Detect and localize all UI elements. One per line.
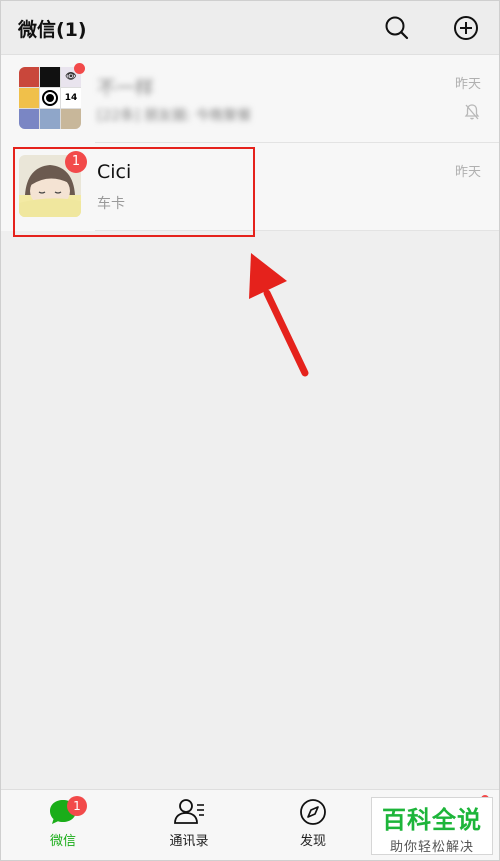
avatar-tile-number: 14 bbox=[61, 88, 81, 108]
tab-unread-badge: 1 bbox=[67, 796, 87, 816]
phone-screen: 微信(1) 👁 14 不一样 [22条] 朋友圈: 今晚聚餐 昨天 1 Cici… bbox=[0, 0, 500, 861]
page-title: 微信(1) bbox=[18, 19, 87, 41]
chat-name: 不一样 bbox=[97, 77, 155, 99]
avatar-wrap: 👁 14 bbox=[19, 63, 85, 129]
chat-time: 昨天 bbox=[454, 77, 481, 92]
annotation-arrow-icon bbox=[249, 253, 309, 377]
unread-dot-badge bbox=[74, 63, 85, 74]
chat-row-group[interactable]: 👁 14 不一样 [22条] 朋友圈: 今晚聚餐 昨天 bbox=[1, 55, 499, 143]
chat-time: 昨天 bbox=[454, 165, 481, 180]
watermark-logo: 百科全说 助你轻松解决 bbox=[371, 797, 493, 855]
plus-circle-icon[interactable] bbox=[451, 13, 481, 43]
compass-icon bbox=[300, 799, 326, 825]
bell-mute-icon bbox=[464, 104, 480, 120]
tab-label: 通讯录 bbox=[169, 834, 209, 849]
watermark-title: 百科全说 bbox=[382, 806, 482, 834]
group-avatar: 👁 14 bbox=[19, 67, 81, 129]
chat-preview: [22条] 朋友圈: 今晚聚餐 bbox=[97, 108, 252, 124]
top-nav-bar: 微信(1) bbox=[1, 1, 499, 55]
search-icon[interactable] bbox=[382, 13, 412, 43]
tab-label: 发现 bbox=[299, 834, 326, 849]
annotation-highlight-box bbox=[13, 147, 255, 237]
tab-label: 微信 bbox=[49, 834, 76, 849]
tab-contacts[interactable]: 通讯录 bbox=[149, 796, 229, 856]
tab-chats[interactable]: 微信 1 bbox=[23, 796, 103, 856]
contacts-icon bbox=[174, 799, 204, 824]
watermark-subtitle: 助你轻松解决 bbox=[389, 840, 474, 855]
tab-discover[interactable]: 发现 bbox=[273, 796, 353, 856]
